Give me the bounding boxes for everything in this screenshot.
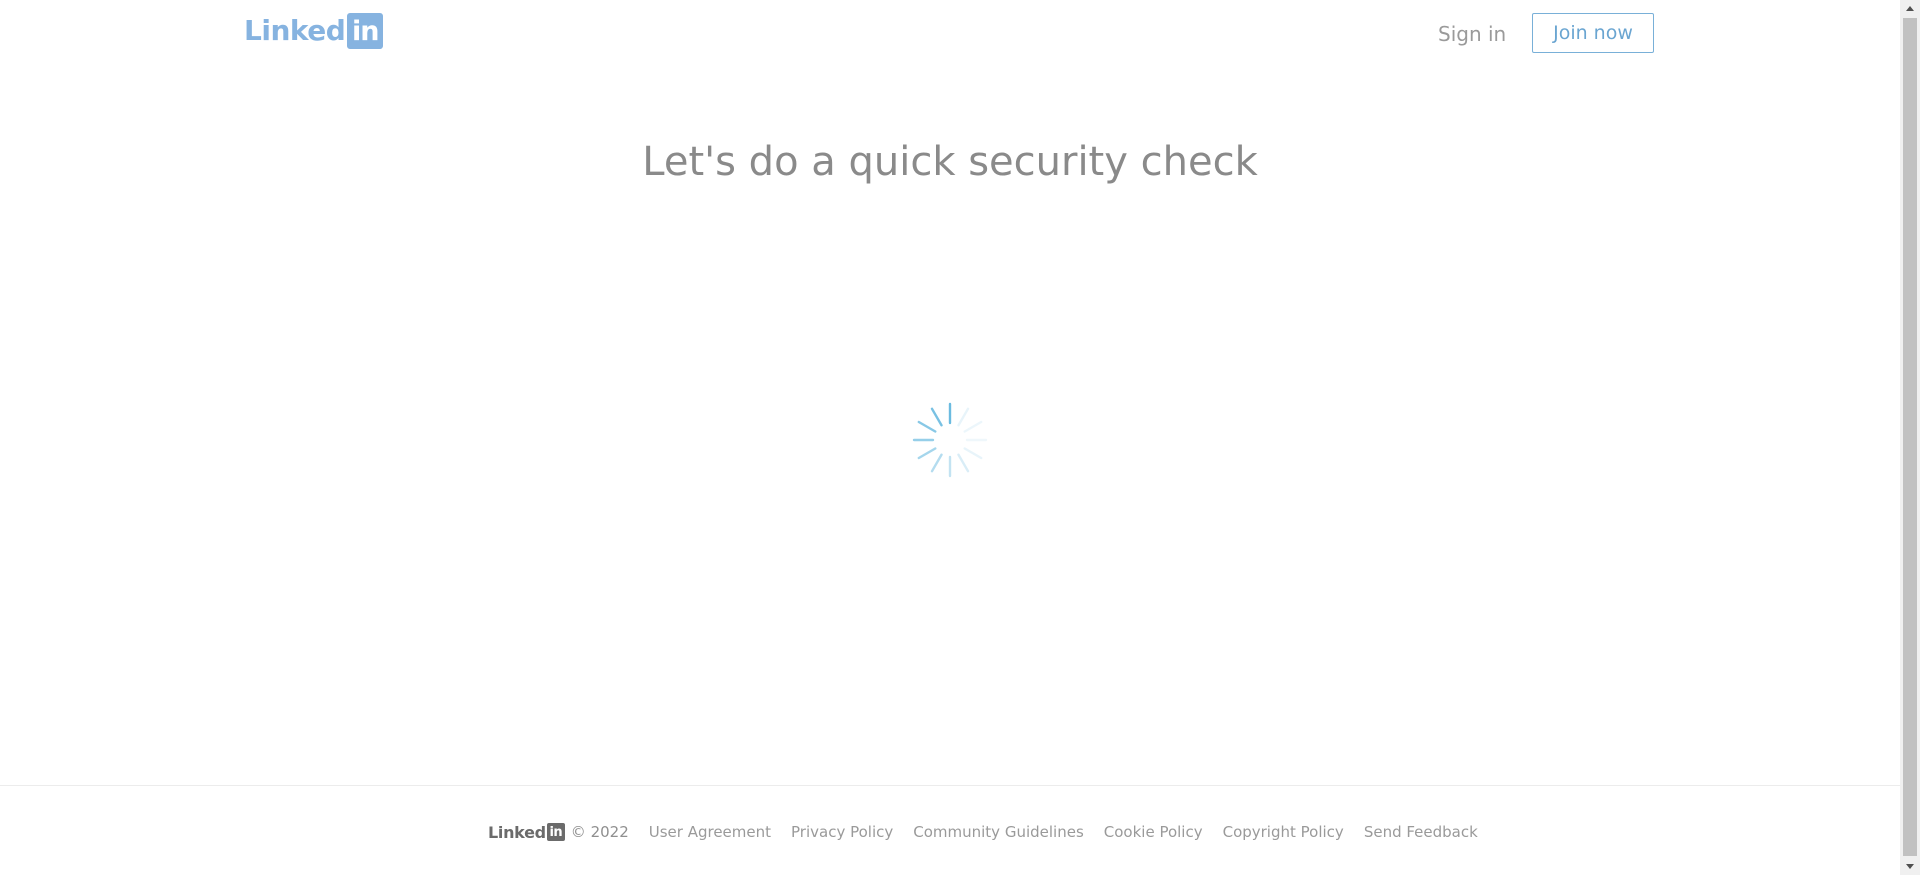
- footer-logo-in-box: in: [546, 823, 565, 841]
- spinner-tick: [963, 447, 983, 460]
- scrollbar-thumb[interactable]: [1903, 18, 1917, 856]
- spinner-tick: [957, 407, 970, 427]
- footer-divider: [0, 785, 1900, 786]
- join-now-button[interactable]: Join now: [1532, 13, 1654, 53]
- footer-link-cookie-policy[interactable]: Cookie Policy: [1104, 823, 1203, 841]
- spinner-icon: [912, 402, 988, 478]
- sign-in-link[interactable]: Sign in: [1438, 14, 1506, 54]
- logo-in-box: in: [347, 13, 384, 49]
- footer-logo-wordmark: Linked: [488, 822, 546, 842]
- footer: Linked in © 2022 User Agreement Privacy …: [488, 820, 1498, 844]
- footer-link-user-agreement[interactable]: User Agreement: [649, 823, 771, 841]
- spinner-tick: [917, 447, 937, 460]
- footer-link-community-guidelines[interactable]: Community Guidelines: [913, 823, 1084, 841]
- linkedin-logo[interactable]: Linked in: [244, 13, 384, 49]
- footer-linkedin-logo: Linked in: [488, 823, 565, 842]
- spinner-tick: [930, 407, 943, 427]
- page: Linked in Sign in Join now Let's do a qu…: [0, 0, 1900, 875]
- scroll-up-arrow-icon[interactable]: [1900, 0, 1920, 17]
- page-title: Let's do a quick security check: [642, 139, 1258, 185]
- spinner-tick: [963, 420, 983, 433]
- footer-link-send-feedback[interactable]: Send Feedback: [1364, 823, 1478, 841]
- logo-wordmark: Linked: [244, 14, 346, 47]
- footer-link-privacy-policy[interactable]: Privacy Policy: [791, 823, 893, 841]
- spinner-tick: [957, 453, 970, 473]
- spinner-tick: [917, 420, 937, 433]
- spinner-tick: [930, 453, 943, 473]
- scroll-down-arrow-icon[interactable]: [1900, 858, 1920, 875]
- copyright-text: © 2022: [570, 823, 629, 841]
- footer-link-copyright-policy[interactable]: Copyright Policy: [1223, 823, 1344, 841]
- vertical-scrollbar[interactable]: [1900, 0, 1920, 875]
